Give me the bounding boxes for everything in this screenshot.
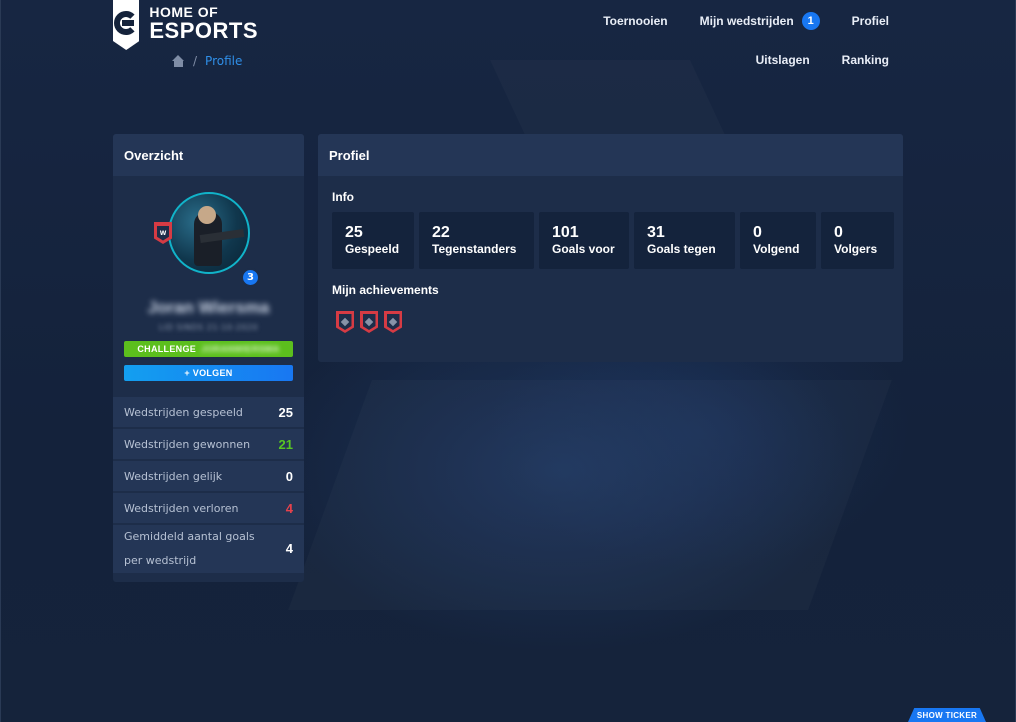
achievements-title: Mijn achievements [332,283,439,297]
achievement-shield-icon[interactable] [384,311,402,333]
stat-row-won: Wedstrijden gewonnen 21 [113,429,304,459]
player-name: Joran Wiersma [147,298,270,317]
logo-line-2: ESPORTS [149,18,258,43]
achievement-shield-icon[interactable] [336,311,354,333]
nav-toernooien[interactable]: Toernooien [603,14,667,28]
info-card-following: 0 Volgend [740,212,816,269]
follow-button[interactable]: + VOLGEN [124,365,293,381]
info-card-followers: 0 Volgers [821,212,894,269]
info-title: Info [332,190,354,204]
nav-uitslagen[interactable]: Uitslagen [756,53,810,67]
avatar [168,192,250,274]
avatar-section: W 3 [113,176,304,287]
nav-ranking[interactable]: Ranking [842,53,889,67]
info-card-goals-for: 101 Goals voor [539,212,629,269]
stat-value: 4 [285,500,293,516]
stat-value: 4 [285,541,293,556]
challenge-target: JORANWIERSMA [201,344,280,354]
site-header: HOME OF ESPORTS / Profile Toernooien Mij… [0,0,1016,90]
window-edge-left [0,0,1,722]
show-ticker-button[interactable]: SHOW TICKER [908,708,986,722]
profile-title: Profiel [318,134,903,176]
home-icon[interactable] [172,55,185,67]
site-logo[interactable]: HOME OF ESPORTS [113,0,258,50]
matches-count-badge: 1 [801,12,820,30]
stats-list: Wedstrijden gespeeld 25 Wedstrijden gewo… [113,397,304,573]
logo-line-1: HOME OF [149,4,219,20]
breadcrumb-current[interactable]: Profile [205,54,242,68]
logo-shield-icon [113,0,140,50]
stat-row-lost: Wedstrijden verloren 4 [113,493,304,523]
breadcrumb-separator: / [193,54,198,68]
info-card-opponents: 22 Tegenstanders [419,212,534,269]
stat-value: 21 [278,436,293,452]
stat-row-avg-goals: Gemiddeld aantal goals per wedstrijd 4 [113,525,304,573]
nav-profiel[interactable]: Profiel [852,14,889,28]
info-cards: 25 Gespeeld 22 Tegenstanders 101 Goals v… [318,212,903,269]
overview-title: Overzicht [113,134,304,176]
level-badge: 3 [241,268,260,287]
challenge-button[interactable]: CHALLENGE JORANWIERSMA [124,341,293,357]
stat-row-played: Wedstrijden gespeeld 25 [113,397,304,427]
info-card-played: 25 Gespeeld [332,212,414,269]
nav-mijn-wedstrijden[interactable]: Mijn wedstrijden 1 [700,12,820,30]
overview-panel: Overzicht W 3 Joran Wiersma LID SINDS 21… [113,134,304,582]
achievement-shield-icon[interactable] [360,311,378,333]
player-member-since: LID SINDS 21-10-2020 [158,323,259,332]
achievements-list [318,311,903,333]
main-nav-bottom: Uitslagen Ranking [756,53,889,67]
main-nav-top: Toernooien Mijn wedstrijden 1 Profiel [603,12,889,30]
stat-value: 0 [285,468,293,484]
info-card-goals-against: 31 Goals tegen [634,212,735,269]
stat-value: 25 [278,404,293,420]
breadcrumb: / Profile [172,54,242,68]
stat-row-draw: Wedstrijden gelijk 0 [113,461,304,491]
profile-panel: Profiel Info 25 Gespeeld 22 Tegenstander… [318,134,903,362]
